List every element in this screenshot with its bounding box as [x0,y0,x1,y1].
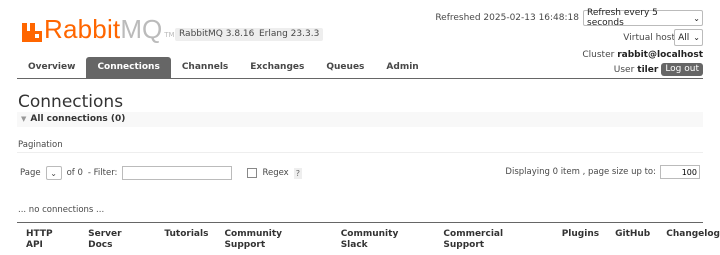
virtual-host-label: Virtual host [623,33,675,43]
refreshed-timestamp: Refreshed 2025-02-13 16:48:18 [435,13,579,23]
tab-queues[interactable]: Queues [315,57,375,78]
page-label: Page [20,168,41,178]
page-size-controls: Displaying 0 item , page size up to: [505,165,700,179]
user-info: User tiler Log out [614,63,703,76]
rabbitmq-logo: Rabbit MQ TM [22,14,175,42]
virtual-host-value: All [678,32,690,43]
erlang-version-badge: Erlang 23.3.3 [255,28,324,41]
page-size-input[interactable] [660,165,700,179]
footer-link-community-support[interactable]: Community Support [224,229,324,251]
page-select[interactable]: ⌄ [45,166,62,180]
refresh-interval-select[interactable]: Refresh every 5 seconds ⌄ [583,8,703,28]
chevron-down-icon: ⌄ [693,33,700,42]
page-title: Connections [18,92,124,112]
footer-link-http-api[interactable]: HTTP API [26,229,72,251]
footer-link-plugins[interactable]: Plugins [562,229,599,251]
footer-link-commercial-support[interactable]: Commercial Support [443,229,545,251]
filter-label: - Filter: [87,168,118,178]
logo-text-mq: MQ [120,14,163,44]
tab-admin[interactable]: Admin [375,57,429,78]
filter-input[interactable] [122,166,233,180]
nav-divider [17,78,703,79]
rabbitmq-logo-icon [22,23,42,42]
footer-link-server-docs[interactable]: Server Docs [88,229,148,251]
pagination-divider [17,152,703,153]
chevron-down-icon: ⌄ [50,168,57,178]
logo-text-rabbit: Rabbit [44,14,121,44]
rabbitmq-version-badge: RabbitMQ 3.8.16 [175,28,259,41]
footer-link-tutorials[interactable]: Tutorials [164,229,208,251]
triangle-down-icon: ▼ [21,115,27,123]
section-title: All connections (0) [30,114,126,124]
footer-divider [17,222,703,223]
empty-state-message: ... no connections ... [18,205,105,215]
footer-link-community-slack[interactable]: Community Slack [341,229,428,251]
pagination-heading: Pagination [18,140,63,150]
main-nav: Overview Connections Channels Exchanges … [17,57,430,78]
regex-label: Regex [262,168,289,178]
cluster-name: rabbit@localhost [617,50,703,60]
tab-overview[interactable]: Overview [17,57,86,78]
virtual-host-select[interactable]: All ⌄ [674,29,703,46]
displaying-label: Displaying 0 item , page size up to: [505,167,656,177]
tab-connections[interactable]: Connections [86,57,171,78]
refresh-interval-value: Refresh every 5 seconds [587,8,658,28]
cluster-label: Cluster [582,50,615,60]
logo-tm: TM [164,31,175,39]
tab-exchanges[interactable]: Exchanges [239,57,315,78]
user-label: User [613,64,635,75]
page-of-label: of 0 [66,168,83,178]
regex-help-icon[interactable]: ? [293,167,302,179]
regex-checkbox[interactable] [247,168,258,178]
footer-links: HTTP API Server Docs Tutorials Community… [26,229,720,251]
user-name: tiler [637,64,659,75]
all-connections-section-toggle[interactable]: ▼ All connections (0) [17,112,703,127]
tab-channels[interactable]: Channels [171,57,239,78]
chevron-down-icon: ⌄ [693,13,700,23]
pagination-controls: Page ⌄ of 0 - Filter: Regex ? [20,165,302,181]
logout-button[interactable]: Log out [661,63,703,76]
cluster-info: Cluster rabbit@localhost [582,49,703,61]
footer-link-changelog[interactable]: Changelog [666,229,720,251]
footer-link-github[interactable]: GitHub [615,229,650,251]
